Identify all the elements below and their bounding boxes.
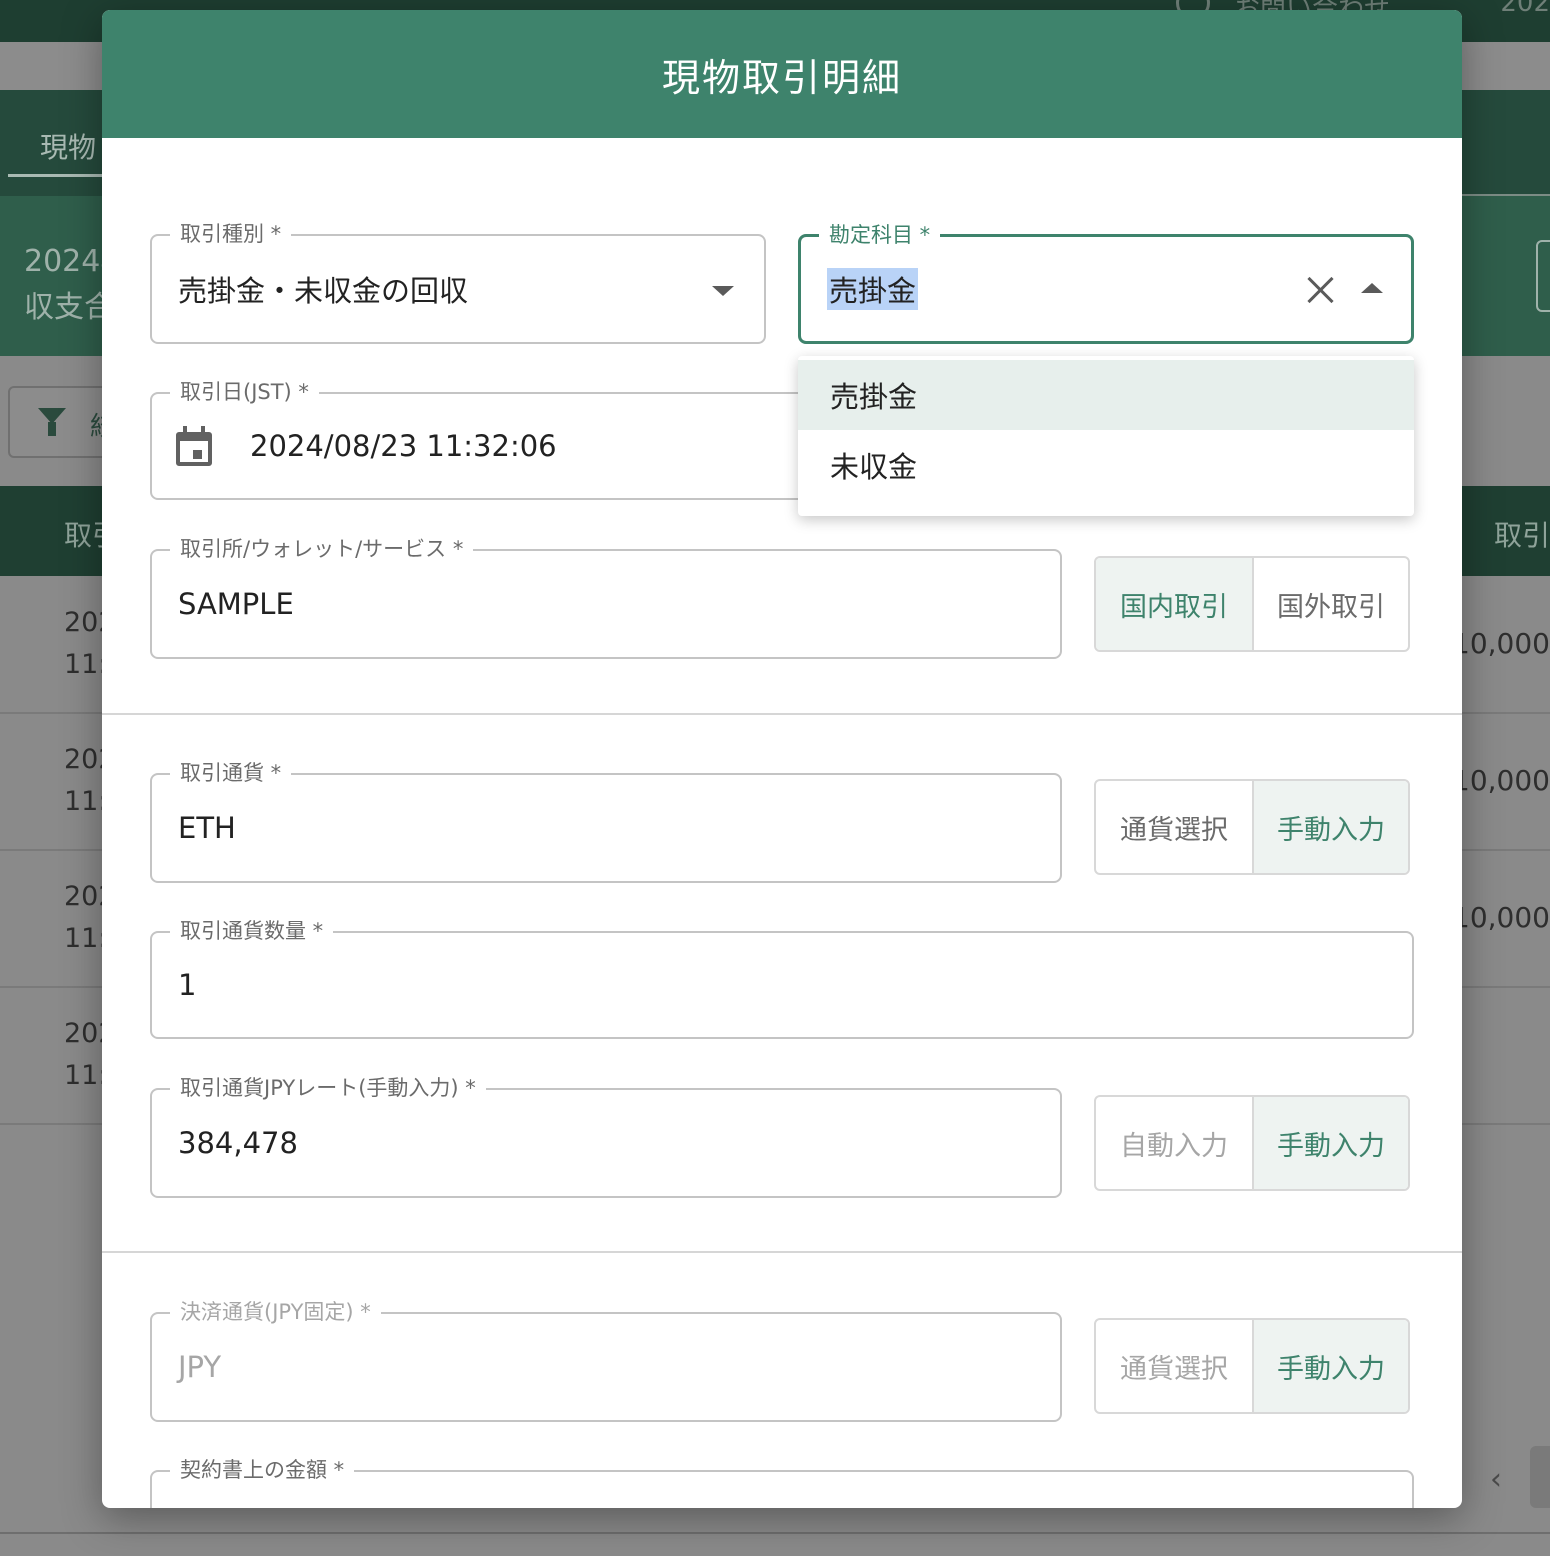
trade-date-field[interactable]: 取引日(JST) * 2024/08/23 11:32:06 <box>150 378 850 500</box>
account-option-accrued[interactable]: 未収金 <box>798 430 1414 500</box>
calendar-icon[interactable] <box>176 426 212 466</box>
clear-icon[interactable] <box>1305 275 1335 305</box>
currency-mode-toggle: 通貨選択 手動入力 <box>1094 779 1410 875</box>
row-time: 11: <box>64 786 108 817</box>
chevron-down-icon[interactable] <box>712 286 734 296</box>
rate-auto-button[interactable]: 自動入力 <box>1096 1097 1252 1189</box>
trade-type-select[interactable]: 取引種別 * 売掛金・未収金の回収 <box>150 220 766 344</box>
year-selector[interactable]: 202 <box>1500 0 1550 18</box>
summary-total-label: 収支合 <box>24 290 114 325</box>
currency-select-button[interactable]: 通貨選択 <box>1096 781 1252 873</box>
exchange-field[interactable]: 取引所/ウォレット/サービス * SAMPLE <box>150 535 1062 659</box>
contract-amount-label: 契約書上の金額 * <box>170 1456 355 1484</box>
column-header-amount[interactable]: 取引 <box>1494 514 1550 554</box>
settlement-currency-field: 決済通貨(JPY固定) * JPY <box>150 1298 1062 1422</box>
pager-prev-icon[interactable]: ‹ <box>1490 1462 1502 1497</box>
row-time: 11: <box>64 649 108 680</box>
settlement-select-button[interactable]: 通貨選択 <box>1096 1320 1252 1412</box>
section-divider <box>102 1251 1462 1253</box>
foreign-trade-button[interactable]: 国外取引 <box>1252 558 1408 650</box>
section-divider <box>102 713 1462 715</box>
jpy-rate-value: 384,478 <box>178 1126 298 1160</box>
currency-manual-button[interactable]: 手動入力 <box>1252 781 1408 873</box>
settlement-mode-toggle: 通貨選択 手動入力 <box>1094 1318 1410 1414</box>
row-time: 11: <box>64 923 108 954</box>
trade-type-value: 売掛金・未収金の回収 <box>178 274 469 308</box>
trade-date-value: 2024/08/23 11:32:06 <box>250 429 557 463</box>
trade-currency-value: ETH <box>178 811 236 845</box>
jpy-rate-field[interactable]: 取引通貨JPYレート(手動入力) * 384,478 <box>150 1074 1062 1198</box>
tab-spot-trades[interactable]: 現物 <box>40 126 96 166</box>
quantity-field[interactable]: 取引通貨数量 * 1 <box>150 917 1414 1039</box>
rate-manual-button[interactable]: 手動入力 <box>1252 1097 1408 1189</box>
account-option-receivable[interactable]: 売掛金 <box>798 360 1414 430</box>
rate-mode-toggle: 自動入力 手動入力 <box>1094 1095 1410 1191</box>
row-amount: 10,000 <box>1452 764 1550 797</box>
summary-action-button[interactable] <box>1536 240 1550 312</box>
quantity-value: 1 <box>178 968 197 1002</box>
account-input[interactable]: 売掛金 <box>827 237 919 341</box>
footer-divider <box>0 1532 1550 1534</box>
dialog-header: 現物取引明細 <box>102 10 1462 138</box>
region-toggle: 国内取引 国外取引 <box>1094 556 1410 652</box>
pager-next-button[interactable] <box>1530 1446 1550 1508</box>
row-amount: 10,000 <box>1452 627 1550 660</box>
account-dropdown-menu: 売掛金 未収金 <box>798 356 1414 516</box>
settlement-manual-button[interactable]: 手動入力 <box>1252 1320 1408 1412</box>
account-selected-text: 売掛金 <box>827 268 919 310</box>
chevron-up-icon[interactable] <box>1361 283 1383 293</box>
spot-trade-detail-dialog: 現物取引明細 取引種別 * 売掛金・未収金の回収 勘定科目 * 売掛金 取引日(… <box>102 10 1462 1508</box>
account-select[interactable]: 勘定科目 * 売掛金 <box>798 221 1414 344</box>
row-amount: 10,000 <box>1452 901 1550 934</box>
dialog-title: 現物取引明細 <box>661 55 902 100</box>
settlement-currency-value: JPY <box>178 1350 222 1384</box>
contract-amount-field[interactable]: 契約書上の金額 * <box>150 1456 1414 1508</box>
domestic-trade-button[interactable]: 国内取引 <box>1096 558 1252 650</box>
row-time: 11: <box>64 1060 108 1091</box>
exchange-value: SAMPLE <box>178 587 294 621</box>
trade-currency-field[interactable]: 取引通貨 * ETH <box>150 759 1062 883</box>
